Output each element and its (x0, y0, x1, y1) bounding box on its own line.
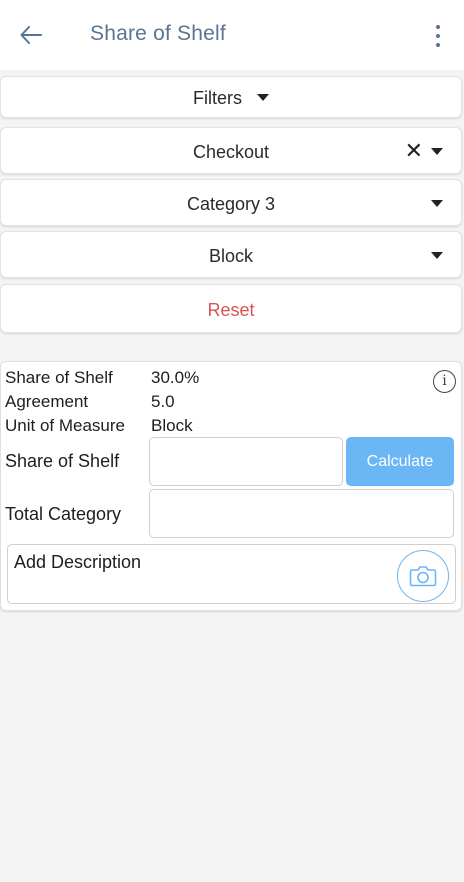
camera-button[interactable] (397, 550, 449, 602)
unit-select[interactable]: Block (0, 231, 462, 278)
store-select[interactable]: Checkout ✕ (0, 127, 462, 174)
total-category-input[interactable] (149, 489, 454, 538)
agreement-value: 5.0 (151, 392, 175, 411)
info-icon[interactable]: i (433, 370, 456, 393)
app-header: Share of Shelf (0, 0, 464, 70)
back-button[interactable] (16, 20, 46, 50)
metric-value: 30.0% (151, 368, 200, 387)
metric-label: Share of Shelf (5, 368, 113, 387)
caret-down-icon (257, 94, 269, 101)
reset-label: Reset (207, 300, 255, 320)
filters-toggle[interactable]: Filters (0, 76, 462, 118)
unit-value: Block (151, 416, 193, 435)
caret-down-icon[interactable] (431, 148, 443, 155)
share-of-shelf-input[interactable] (149, 437, 343, 486)
caret-down-icon[interactable] (431, 200, 443, 207)
more-options-button[interactable] (426, 22, 450, 50)
more-vertical-icon (436, 25, 440, 29)
caret-down-icon[interactable] (431, 252, 443, 259)
category-select-value: Category 3 (186, 194, 276, 214)
share-field-label: Share of Shelf (5, 451, 120, 471)
category-select[interactable]: Category 3 (0, 179, 462, 226)
filters-label: Filters (192, 88, 242, 108)
reset-button[interactable]: Reset (0, 284, 462, 333)
total-category-label: Total Category (5, 504, 122, 524)
share-of-shelf-card: Share of Shelf 30.0% Agreement 5.0 Unit … (0, 361, 462, 611)
camera-icon (409, 566, 437, 587)
close-icon[interactable]: ✕ (405, 140, 423, 162)
arrow-left-icon (20, 26, 42, 44)
calculate-button[interactable]: Calculate (346, 437, 454, 486)
unit-select-value: Block (208, 246, 253, 266)
description-field[interactable]: Add Description (7, 544, 456, 604)
description-placeholder: Add Description (14, 552, 142, 572)
page-title: Share of Shelf (90, 22, 226, 45)
unit-label: Unit of Measure (5, 416, 125, 435)
store-select-value: Checkout (192, 142, 270, 162)
agreement-label: Agreement (5, 392, 89, 411)
